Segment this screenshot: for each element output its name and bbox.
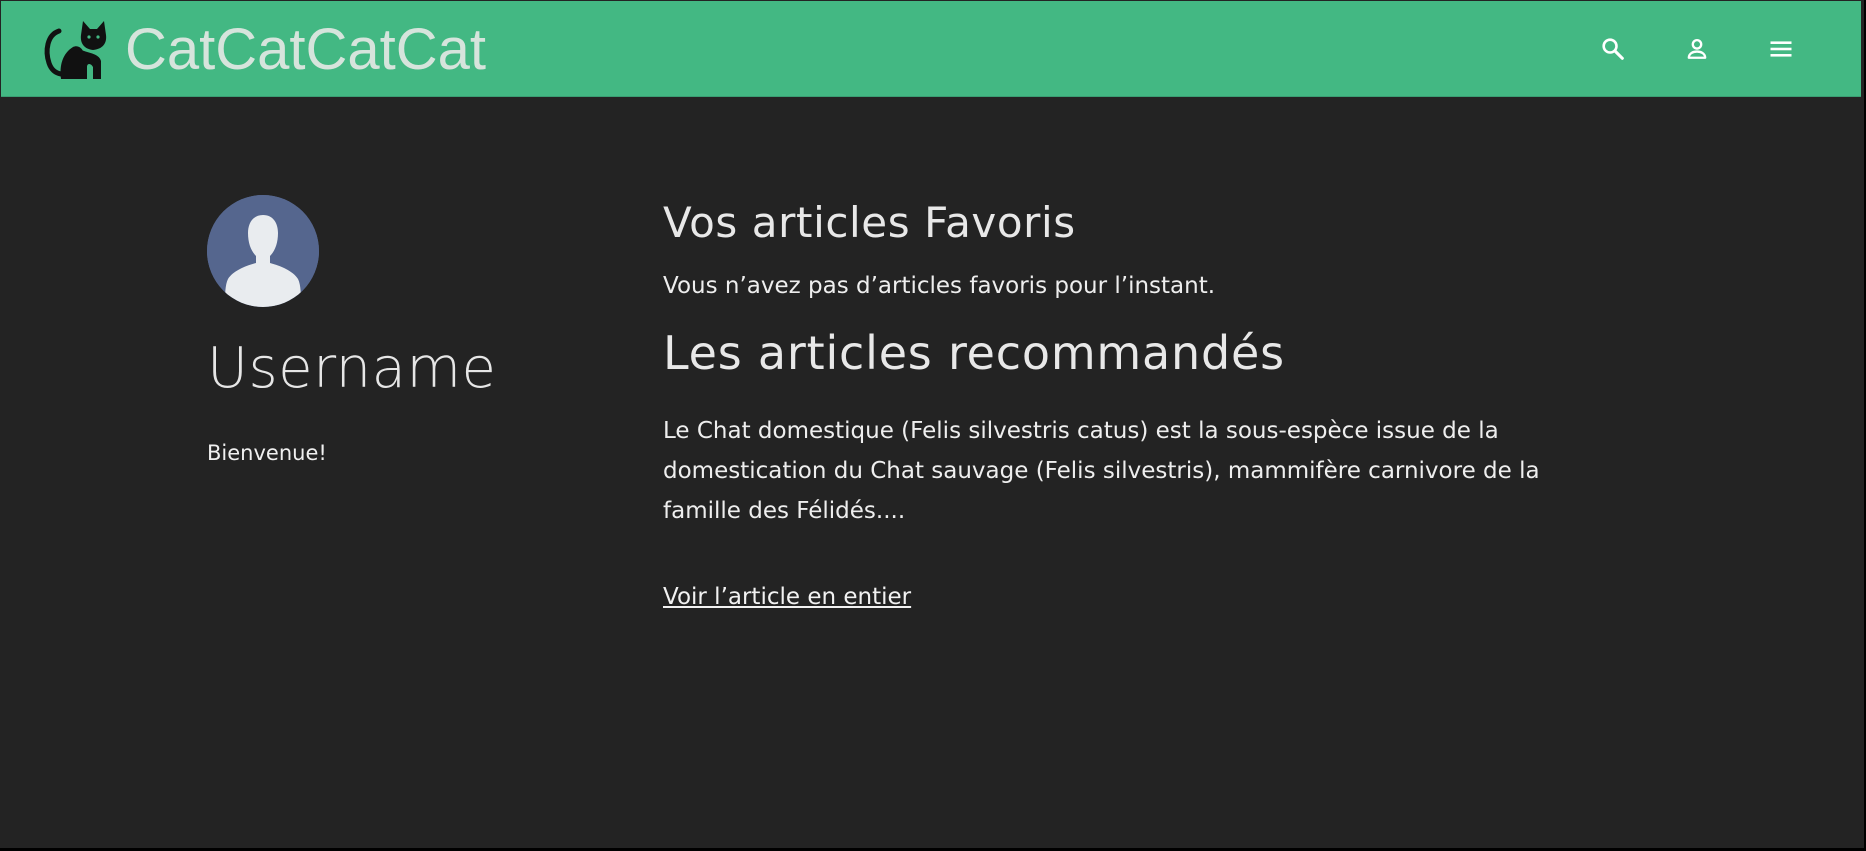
default-user-avatar-icon [207,195,319,307]
search-icon [1602,38,1624,60]
profile-panel: Username Bienvenue! [207,195,587,467]
welcome-message: Bienvenue! [207,441,327,465]
page: CatCatCatCat Username Bienvenue! Vos art… [0,0,1864,848]
menu-button[interactable] [1761,29,1801,69]
account-button[interactable] [1677,29,1717,69]
avatar [207,195,319,307]
top-navigation-bar: CatCatCatCat [1,1,1861,97]
username: Username [207,336,497,401]
article-excerpt: Le Chat domestique (Felis silvestris cat… [663,418,1540,524]
brand-name: CatCatCatCat [125,17,487,82]
brand-home-link[interactable]: CatCatCatCat [41,15,486,85]
main-content: Vos articles Favoris Vous n’avez pas d’a… [663,195,1623,612]
header-actions [1549,29,1801,69]
recommended-heading: Les articles recommandés [663,326,1285,380]
read-full-article-link[interactable]: Voir l’article en entier [663,582,911,612]
menu-icon [1770,41,1792,57]
user-icon [1687,38,1707,59]
search-button[interactable] [1593,29,1633,69]
favorites-heading: Vos articles Favoris [663,198,1076,247]
favorites-empty-message: Vous n’avez pas d’articles favoris pour … [663,273,1216,299]
cat-silhouette-icon [44,21,107,79]
